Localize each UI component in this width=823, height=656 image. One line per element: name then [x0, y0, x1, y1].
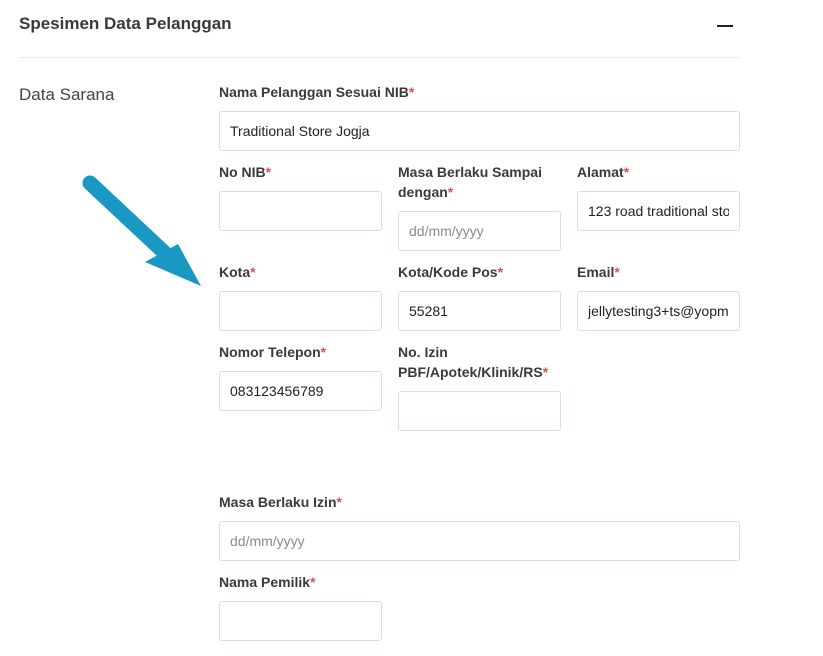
annotation-arrow-icon	[82, 175, 201, 286]
nama-pelanggan-input[interactable]	[219, 111, 740, 151]
masa-berlaku-izin-label: Masa Berlaku Izin*	[219, 494, 342, 510]
no-nib-label: No NIB*	[219, 164, 272, 180]
izin-input[interactable]	[398, 391, 561, 431]
kota-label: Kota*	[219, 264, 256, 280]
subsection-label: Data Sarana	[19, 85, 115, 104]
email-label: Email*	[577, 264, 620, 280]
masa-berlaku-izin-date-input[interactable]	[219, 521, 740, 561]
nama-pemilik-label: Nama Pemilik*	[219, 574, 316, 590]
collapse-minus-icon[interactable]	[714, 15, 736, 37]
kota-input[interactable]	[219, 291, 382, 331]
kode-pos-input[interactable]	[398, 291, 561, 331]
section-title: Spesimen Data Pelanggan	[19, 14, 232, 33]
alamat-label: Alamat*	[577, 164, 630, 180]
masa-berlaku-date-input[interactable]	[398, 211, 561, 251]
no-nib-input[interactable]	[219, 191, 382, 231]
kode-pos-label: Kota/Kode Pos*	[398, 264, 504, 280]
nama-pelanggan-label: Nama Pelanggan Sesuai NIB*	[219, 84, 415, 100]
divider	[19, 57, 740, 58]
izin-label: No. Izin PBF/Apotek/Klinik/RS*	[398, 344, 549, 380]
masa-berlaku-label: Masa Berlaku Sampai dengan*	[398, 164, 542, 200]
telepon-input[interactable]	[219, 371, 382, 411]
email-input[interactable]	[577, 291, 740, 331]
alamat-input[interactable]	[577, 191, 740, 231]
telepon-label: Nomor Telepon*	[219, 344, 327, 360]
nama-pemilik-input[interactable]	[219, 601, 382, 641]
